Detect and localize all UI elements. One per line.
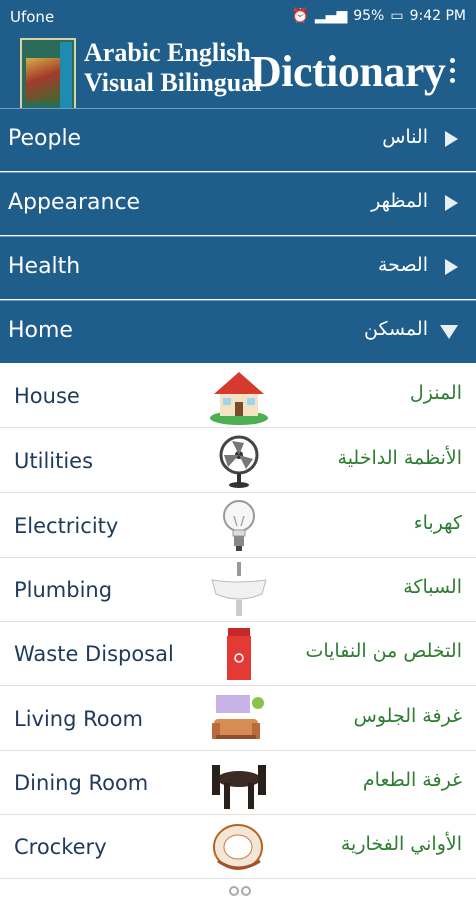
category-appearance[interactable]: Appearance المظهر <box>0 172 476 235</box>
app-title: Arabic English Visual Bilingual <box>84 38 262 98</box>
list-item-house[interactable]: House المنزل <box>0 364 476 428</box>
app-title-dictionary: Dictionary <box>250 47 446 96</box>
item-label-ar: السباكة <box>403 576 462 598</box>
list-item-waste-disposal[interactable]: Waste Disposal التخلص من النفايات <box>0 622 476 686</box>
list-item-living-room[interactable]: Living Room غرفة الجلوس <box>0 687 476 751</box>
item-label-ar: غرفة الجلوس <box>353 705 462 727</box>
item-label-ar: التخلص من النفايات <box>305 640 462 662</box>
cover-spine <box>60 42 72 108</box>
menu-dot <box>450 58 455 63</box>
category-label-en: Appearance <box>8 190 141 215</box>
clock: 9:42 PM <box>409 8 466 24</box>
category-label-en: People <box>8 126 82 151</box>
lightbulb-icon <box>223 500 255 551</box>
item-label-en: Utilities <box>14 449 94 473</box>
dining-table-icon <box>212 765 266 809</box>
alarm-icon: ⏰ <box>291 8 309 24</box>
app-bar: Arabic English Visual Bilingual Dictiona… <box>0 34 476 110</box>
sofa-icon <box>212 695 264 739</box>
item-label-en: Waste Disposal <box>14 642 174 666</box>
status-icons: ⏰ ▂▄▆ 95% ▭ 9:42 PM <box>291 8 466 24</box>
battery-icon: ▭ <box>390 8 404 24</box>
category-label-ar: الناس <box>382 126 428 148</box>
category-label-ar: المظهر <box>371 190 428 212</box>
plates-icon <box>213 824 263 870</box>
expand-arrow-icon <box>445 195 458 211</box>
book-cover-logo <box>20 38 76 110</box>
carrier-name: Ufone <box>10 8 55 26</box>
item-label-en: Crockery <box>14 835 107 859</box>
category-health[interactable]: Health الصحة <box>0 236 476 299</box>
category-people[interactable]: People الناس <box>0 108 476 171</box>
cutlery-icon <box>229 886 251 896</box>
list-item-utilities[interactable]: Utilities الأنظمة الداخلية <box>0 429 476 493</box>
overflow-menu-button[interactable] <box>442 56 462 86</box>
sink-icon <box>211 562 267 616</box>
item-label-en: Living Room <box>14 707 143 731</box>
item-label-ar: غرفة الطعام <box>362 769 462 791</box>
item-label-ar: المنزل <box>409 382 462 404</box>
battery-percent: 95% <box>353 8 385 24</box>
expand-arrow-icon <box>445 131 458 147</box>
category-label-en: Home <box>8 318 73 343</box>
signal-icon: ▂▄▆ <box>314 8 348 24</box>
app-title-line1: Arabic English <box>84 38 251 67</box>
category-home[interactable]: Home المسكن <box>0 300 476 363</box>
list-item-electricity[interactable]: Electricity كهرباء <box>0 494 476 558</box>
item-label-en: Electricity <box>14 514 119 538</box>
item-label-ar: كهرباء <box>413 512 462 534</box>
category-label-ar: المسكن <box>364 318 428 340</box>
item-label-ar: الأواني الفخارية <box>340 833 462 855</box>
status-bar: Ufone ⏰ ▂▄▆ 95% ▭ 9:42 PM <box>0 0 476 34</box>
house-icon <box>210 372 268 425</box>
list-item-partial[interactable] <box>0 879 476 900</box>
expand-arrow-icon <box>445 259 458 275</box>
cover-image <box>26 58 60 102</box>
list-item-crockery[interactable]: Crockery الأواني الفخارية <box>0 815 476 879</box>
collapse-arrow-icon <box>440 325 458 339</box>
list-item-plumbing[interactable]: Plumbing السباكة <box>0 558 476 622</box>
app-title-line2: Visual Bilingual <box>84 68 262 97</box>
item-label-en: House <box>14 384 80 408</box>
item-label-en: Plumbing <box>14 578 113 602</box>
fan-icon <box>219 435 259 488</box>
category-label-ar: الصحة <box>378 254 428 276</box>
trash-bin-icon <box>227 628 251 680</box>
list-item-dining-room[interactable]: Dining Room غرفة الطعام <box>0 751 476 815</box>
item-label-en: Dining Room <box>14 771 149 795</box>
item-label-ar: الأنظمة الداخلية <box>337 447 462 469</box>
menu-dot <box>450 68 455 73</box>
category-label-en: Health <box>8 254 81 279</box>
menu-dot <box>450 78 455 83</box>
